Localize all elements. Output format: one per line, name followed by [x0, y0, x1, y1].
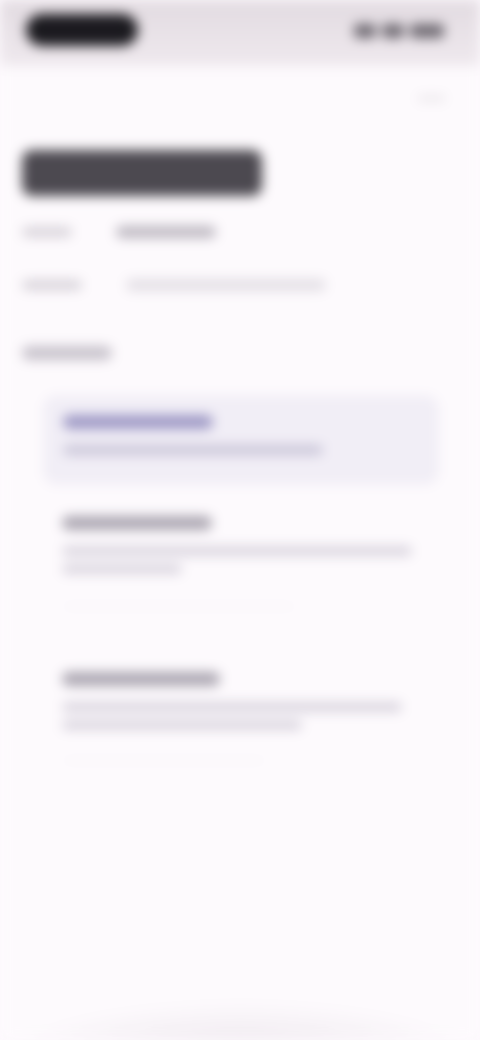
- option-item-3[interactable]: [44, 660, 436, 740]
- status-icons: [354, 22, 446, 40]
- option-title: [62, 516, 212, 530]
- option-description: [63, 445, 323, 455]
- updated-label: [22, 280, 82, 290]
- status-bar: [0, 0, 480, 66]
- option-title: [62, 672, 220, 686]
- updated-row: [22, 278, 326, 292]
- page-title: [22, 150, 262, 196]
- option-description-line-2: [62, 564, 182, 574]
- home-gesture-bar[interactable]: [0, 1000, 480, 1040]
- divider: [64, 760, 264, 761]
- option-item-2[interactable]: [44, 504, 436, 584]
- signal-icon: [382, 24, 404, 38]
- battery-icon: [410, 24, 444, 38]
- updated-value: [126, 279, 326, 291]
- app-screen: [0, 0, 480, 1040]
- option-title: [63, 415, 213, 429]
- version-value: [116, 226, 216, 238]
- version-row: [22, 225, 216, 239]
- option-item-1[interactable]: [44, 396, 438, 484]
- divider: [64, 606, 294, 607]
- section-header: [22, 346, 112, 360]
- option-description: [62, 546, 412, 556]
- more-vert-icon[interactable]: [420, 96, 446, 106]
- option-description: [62, 702, 402, 712]
- option-description-line-2: [62, 720, 302, 730]
- status-time: [26, 14, 138, 46]
- version-label: [22, 227, 72, 237]
- wifi-icon: [354, 24, 376, 38]
